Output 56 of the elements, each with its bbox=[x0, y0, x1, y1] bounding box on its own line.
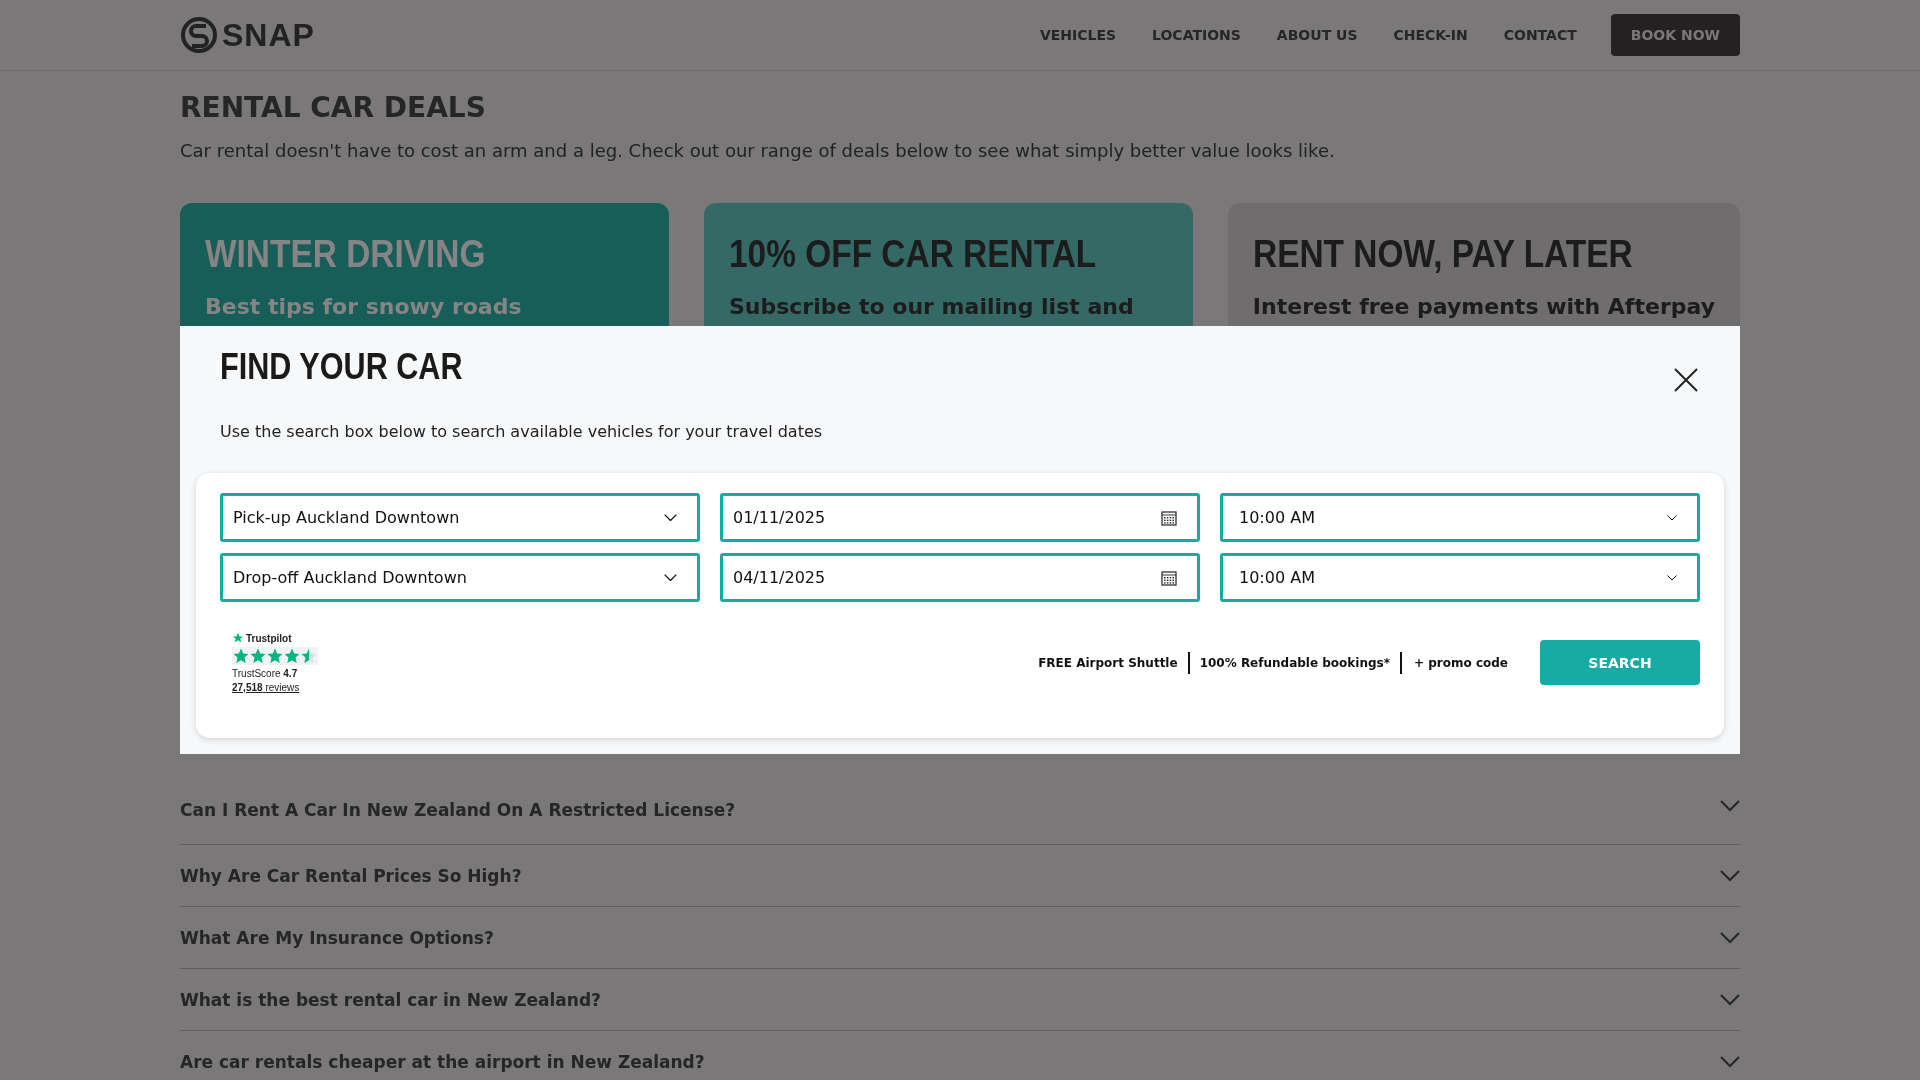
time-select[interactable]: 10:00 AM bbox=[1220, 553, 1700, 602]
faq-question[interactable]: What Are My Insurance Options? bbox=[180, 907, 1740, 969]
dialog-subtitle: Use the search box below to search available vehicles for your travel dates bbox=[220, 422, 824, 441]
date-field[interactable]: 04/11/2025 bbox=[720, 553, 1200, 602]
half-star-icon bbox=[301, 648, 317, 664]
nav-link[interactable]: CHECK-IN bbox=[1393, 27, 1468, 43]
star-icon bbox=[284, 648, 300, 664]
dialog-title: FIND YOUR CAR bbox=[220, 346, 463, 389]
chevron-down-icon bbox=[1720, 931, 1740, 944]
book-now-button[interactable]: BOOK NOW bbox=[1610, 14, 1740, 56]
reviews-link[interactable]: 27,518 reviews bbox=[232, 682, 318, 693]
chevron-down-icon bbox=[1720, 993, 1740, 1006]
chevron-down-icon bbox=[1720, 869, 1740, 882]
nav-link[interactable]: ABOUT US bbox=[1276, 27, 1358, 43]
deal-title: 10% OFF CAR RENTAL bbox=[728, 233, 1098, 276]
deal-card[interactable]: RENT NOW, PAY LATER Interest free payments with Afterpay bbox=[1227, 203, 1740, 326]
location-select[interactable]: Pick-up Auckland Downtown bbox=[220, 493, 700, 542]
location-select[interactable]: Drop-off Auckland Downtown bbox=[220, 553, 700, 602]
nav-link[interactable]: CONTACT bbox=[1503, 27, 1577, 43]
promo-code-link[interactable]: + promo code bbox=[1414, 655, 1508, 670]
deal-subtitle: Best tips for snowy roads bbox=[205, 294, 523, 319]
deal-subtitle: Interest free payments with Afterpay bbox=[1252, 294, 1715, 319]
perk-text: FREE Airport Shuttle bbox=[1028, 651, 1190, 674]
logo-text[interactable]: SNAP bbox=[222, 16, 315, 54]
page-title: RENTAL CAR DEALS bbox=[180, 91, 487, 124]
chevron-down-icon bbox=[1667, 574, 1677, 581]
faq-question[interactable]: Why Are Car Rental Prices So High? bbox=[180, 845, 1740, 907]
nav-link[interactable]: VEHICLES bbox=[1039, 27, 1117, 43]
calendar-icon bbox=[1161, 509, 1177, 526]
time-select[interactable]: 10:00 AM bbox=[1220, 493, 1700, 542]
deal-subtitle: Subscribe to our mailing list and bbox=[728, 294, 1135, 319]
star-icon bbox=[250, 648, 266, 664]
trustpilot-logo: Trustpilot bbox=[232, 632, 318, 644]
search-button[interactable]: SEARCH bbox=[1540, 640, 1700, 685]
deal-card[interactable]: WINTER DRIVING Best tips for snowy roads bbox=[180, 203, 669, 326]
chevron-down-icon bbox=[664, 573, 677, 582]
calendar-icon bbox=[1161, 569, 1177, 586]
star-icon bbox=[233, 648, 249, 664]
close-button[interactable] bbox=[1672, 366, 1700, 394]
chevron-down-icon bbox=[664, 513, 677, 522]
faq-question[interactable]: Are car rentals cheaper at the airport in New Zealand? bbox=[180, 1031, 1740, 1080]
faq-question[interactable]: What is the best rental car in New Zealand? bbox=[180, 969, 1740, 1031]
chevron-down-icon bbox=[1667, 514, 1677, 521]
chevron-down-icon bbox=[1720, 1055, 1740, 1068]
logo-icon bbox=[180, 16, 218, 54]
faq-question[interactable]: Can I Rent A Car In New Zealand On A Restricted License? bbox=[180, 800, 1740, 845]
chevron-down-icon bbox=[1720, 800, 1740, 812]
perk-text: 100% Refundable bookings* bbox=[1189, 651, 1402, 674]
intro-text: Car rental doesn't have to cost an arm and a leg. Check out our range of deals below to see what simply better value looks like. bbox=[180, 140, 1336, 161]
star-icon bbox=[267, 648, 283, 664]
deal-title: RENT NOW, PAY LATER bbox=[1252, 233, 1634, 276]
date-field[interactable]: 01/11/2025 bbox=[720, 493, 1200, 542]
deal-card[interactable]: 10% OFF CAR RENTAL Subscribe to our mailing list and bbox=[703, 203, 1193, 326]
trust-score: TrustScore 4.7 bbox=[232, 668, 299, 679]
deal-title: WINTER DRIVING bbox=[205, 233, 487, 276]
nav-link[interactable]: LOCATIONS bbox=[1152, 27, 1241, 43]
